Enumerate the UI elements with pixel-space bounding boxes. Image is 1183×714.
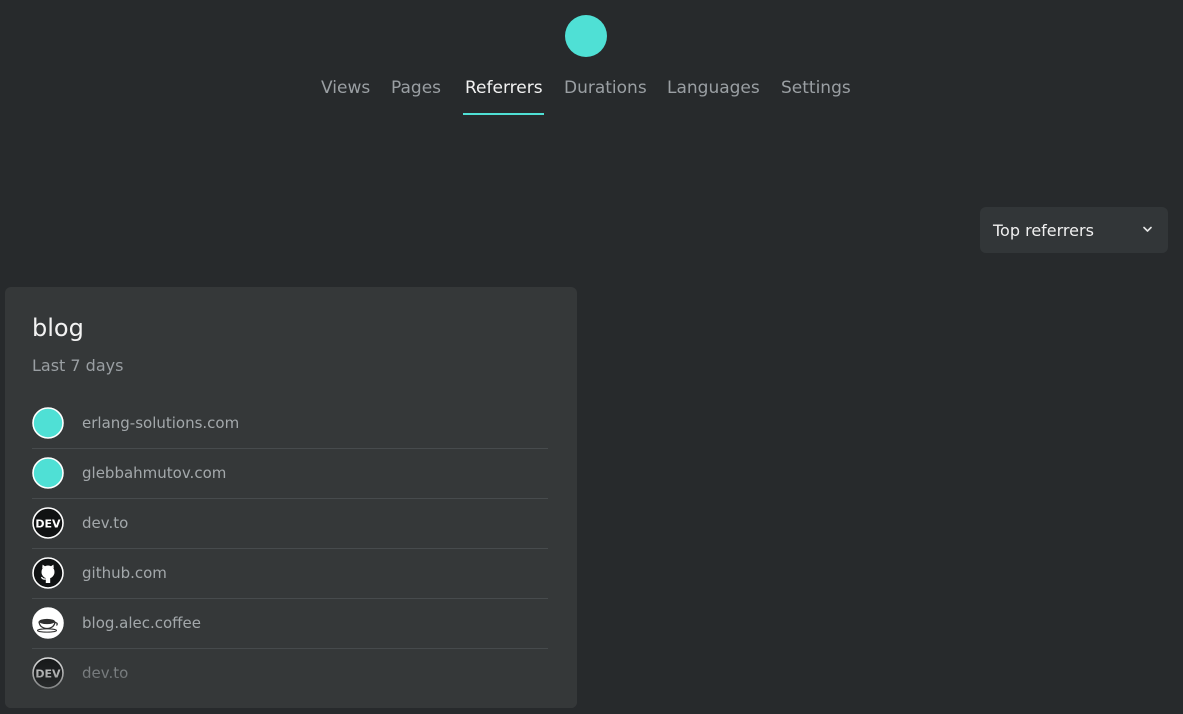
teal-circle-icon	[32, 457, 64, 489]
tab-settings[interactable]: Settings	[781, 78, 851, 98]
teal-circle-icon	[32, 407, 64, 439]
list-item[interactable]: DEV dev.to	[32, 649, 548, 699]
svg-text:DEV: DEV	[35, 668, 61, 681]
list-item[interactable]: erlang-solutions.com	[32, 399, 548, 449]
tab-referrers[interactable]: Referrers	[465, 78, 543, 98]
list-item[interactable]: github.com	[32, 549, 548, 599]
dev-logo-icon: DEV	[32, 507, 64, 539]
tab-pages[interactable]: Pages	[391, 78, 441, 98]
active-tab-indicator	[463, 113, 544, 115]
main-nav: Views Pages Referrers Durations Language…	[0, 72, 1183, 118]
site-title: blog	[32, 314, 84, 342]
tab-durations[interactable]: Durations	[564, 78, 647, 98]
list-item[interactable]: glebbahmutov.com	[32, 449, 548, 499]
list-item[interactable]: DEV dev.to	[32, 499, 548, 549]
dev-logo-icon: DEV	[32, 657, 64, 689]
site-referrers-card: blog Last 7 days erlang-solutions.com gl…	[5, 287, 577, 708]
tab-views[interactable]: Views	[321, 78, 370, 98]
app-logo[interactable]	[565, 15, 607, 57]
referrer-list: erlang-solutions.com glebbahmutov.com DE…	[32, 399, 548, 699]
chevron-down-icon	[1143, 226, 1152, 232]
referrers-sort-dropdown[interactable]: Top referrers	[980, 207, 1168, 253]
referrer-name: blog.alec.coffee	[82, 614, 201, 632]
referrer-name: glebbahmutov.com	[82, 464, 227, 482]
dropdown-selected-label: Top referrers	[993, 220, 1094, 240]
coffee-cup-icon	[32, 607, 64, 639]
tab-languages[interactable]: Languages	[667, 78, 760, 98]
referrer-name: dev.to	[82, 664, 129, 682]
referrer-name: erlang-solutions.com	[82, 414, 240, 432]
referrer-name: dev.to	[82, 514, 129, 532]
date-range-label: Last 7 days	[32, 356, 124, 375]
svg-text:DEV: DEV	[35, 518, 61, 531]
list-item[interactable]: blog.alec.coffee	[32, 599, 548, 649]
referrer-name: github.com	[82, 564, 167, 582]
github-icon	[32, 557, 64, 589]
